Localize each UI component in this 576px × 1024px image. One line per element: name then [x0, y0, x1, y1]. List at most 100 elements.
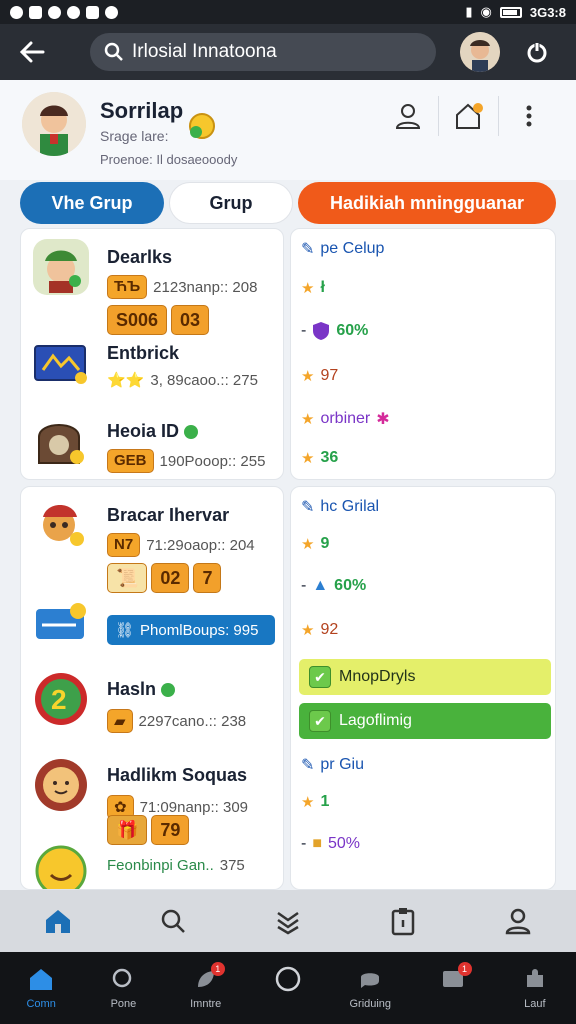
- person-icon: [506, 908, 531, 935]
- signal-icon: ▮: [465, 4, 473, 19]
- game-title: Hasln: [107, 679, 176, 700]
- game-title-text: Feonbinpi Gan..: [107, 857, 214, 874]
- stats-value: 60%: [334, 577, 367, 594]
- sparkle-icon: ✱: [376, 411, 390, 428]
- svg-text:2: 2: [51, 684, 67, 715]
- nav-rank[interactable]: [258, 896, 318, 946]
- sys-tab-home[interactable]: Comn: [6, 966, 76, 1010]
- sys-tab-circle[interactable]: [253, 966, 323, 992]
- game-chip-scroll-icon: 📜: [107, 563, 148, 593]
- tab-hadikiah[interactable]: Hadikiah mningguanar: [298, 182, 556, 224]
- star-icon: ★: [301, 411, 315, 428]
- game-chip-big: 79: [151, 815, 190, 845]
- dash-icon: -: [301, 322, 307, 339]
- profile-name: Sorrilap: [100, 98, 184, 123]
- game-icon-warrior: [33, 495, 89, 551]
- more-button[interactable]: [498, 96, 558, 136]
- game-row[interactable]: Dearlks ЋЪ 2123nanp:: 208 S006 03: [21, 229, 283, 335]
- game-chip-gift-icon: 🎁: [107, 815, 148, 845]
- stats-line: - ■ 50%: [301, 835, 360, 853]
- profile-button[interactable]: [378, 96, 438, 136]
- profile-avatar[interactable]: [22, 92, 86, 156]
- back-arrow-icon: [19, 41, 45, 63]
- game-title: Dearlks: [107, 247, 173, 267]
- tab-vhe-grup[interactable]: Vhe Grup: [20, 182, 164, 224]
- nav-home[interactable]: [28, 896, 88, 946]
- game-icon-number: 2: [33, 671, 89, 727]
- profile-header: Sorrilap Srage lare: Proenoe: Il dosaeoo…: [0, 80, 576, 180]
- house-notify-icon: [455, 103, 483, 129]
- sys-tab-imntre[interactable]: 1 Imntre: [171, 962, 241, 1010]
- stats-line: ★ orbiner ✱: [301, 409, 390, 429]
- profile-avatar-icon: [22, 92, 86, 156]
- game-icon-chest: [33, 413, 89, 469]
- stats-line: ★ 9: [301, 535, 329, 553]
- game-meta: ⭐⭐ 3, 89caoo.:: 275: [107, 371, 258, 390]
- game-row[interactable]: Bracar Ihervar N7 71:29oaop:: 204 📜 02 7: [21, 487, 283, 593]
- search-icon: [110, 966, 136, 992]
- sync-icon: [67, 5, 80, 19]
- online-dot-icon: [184, 425, 199, 440]
- sys-tab-griduing[interactable]: Griduing: [335, 966, 405, 1010]
- game-row[interactable]: 2 Hasln ▰ 2297cano.:: 238: [21, 661, 283, 741]
- game-chip-big: 7: [193, 563, 222, 593]
- game-icon-map: [33, 335, 89, 391]
- games-panel-2: Bracar Ihervar N7 71:29oaop:: 204 📜 02 7…: [20, 486, 284, 890]
- wifi-icon: ◉: [480, 4, 492, 19]
- tab-grup[interactable]: Grup: [169, 182, 293, 224]
- app-icon: [29, 5, 42, 19]
- nav-profile[interactable]: [488, 896, 548, 946]
- edit-icon: ✎: [301, 757, 315, 774]
- game-stats: 3, 89caoo.:: 275: [150, 371, 258, 389]
- status-icons: [10, 5, 118, 19]
- settings-icon: [48, 5, 61, 19]
- game-row[interactable]: Heoia ID GEB 190Pooop:: 255: [21, 409, 283, 479]
- stats-header-label: hc Grilal: [320, 498, 380, 515]
- game-icon-card: [33, 595, 93, 651]
- map-icon: [34, 345, 87, 384]
- bag-icon: ■: [312, 835, 322, 852]
- power-button[interactable]: [522, 37, 552, 67]
- promo-row[interactable]: ⛓ PhomlBoups: 995: [21, 595, 283, 649]
- nav-clipboard[interactable]: [373, 896, 433, 946]
- nav-search[interactable]: [143, 896, 203, 946]
- mail-icon: [86, 5, 99, 19]
- game-chip: GEB: [107, 449, 154, 473]
- lagoflimig-button[interactable]: ✔ Lagoflimig: [299, 703, 551, 739]
- profile-actions: [378, 96, 558, 136]
- sys-tab-pone[interactable]: Pone: [88, 966, 158, 1010]
- home-notify-button[interactable]: [438, 96, 498, 136]
- back-button[interactable]: [14, 34, 50, 70]
- warrior-icon: [43, 505, 84, 546]
- game-title: Bracar Ihervar: [107, 505, 230, 525]
- stats-line: ★ 36: [301, 449, 338, 467]
- game-row[interactable]: Entbrick ⭐⭐ 3, 89caoo.:: 275: [21, 329, 283, 409]
- mnopdryls-button[interactable]: ✔ MnopDryls: [299, 659, 551, 695]
- game-stats: 2123nanp:: 208: [153, 278, 258, 296]
- sys-tab-lauf[interactable]: Lauf: [500, 966, 570, 1010]
- user-avatar[interactable]: [460, 32, 500, 72]
- promo-button[interactable]: ⛓ PhomlBoups: 995: [107, 615, 275, 645]
- game-chip-row: 📜 02 7: [107, 563, 222, 593]
- game-row[interactable]: 🎁 79 Feonbinpi Gan.. 375: [21, 815, 283, 889]
- game-meta: GEB 190Pooop:: 255: [107, 449, 265, 473]
- sys-tab-label: Pone: [110, 998, 137, 1010]
- edit-icon: ✎: [301, 241, 315, 258]
- more-vertical-icon: [526, 105, 531, 127]
- stats-header[interactable]: ✎ pr Giu: [301, 755, 364, 775]
- home-icon: [45, 910, 70, 933]
- game-stats: 190Pooop:: 255: [159, 452, 266, 470]
- number-two-icon: 2: [35, 673, 87, 725]
- shield-badge-icon: [313, 322, 330, 340]
- dash-icon: -: [301, 577, 307, 594]
- clipboard-icon: [391, 908, 415, 936]
- button-label: MnopDryls: [339, 668, 416, 685]
- profile-description: Proenoe: Il dosaeooody: [100, 152, 238, 167]
- sys-tab-mail[interactable]: 1: [418, 962, 488, 992]
- stats-value: ł: [320, 279, 325, 296]
- status-time: 3G3:8: [529, 4, 566, 20]
- star-icon: ★: [301, 450, 315, 467]
- search-input[interactable]: Irlosial Innatoona: [90, 33, 436, 71]
- stats-header[interactable]: ✎ pe Celup: [301, 239, 384, 259]
- stats-header[interactable]: ✎ hc Grilal: [301, 497, 379, 517]
